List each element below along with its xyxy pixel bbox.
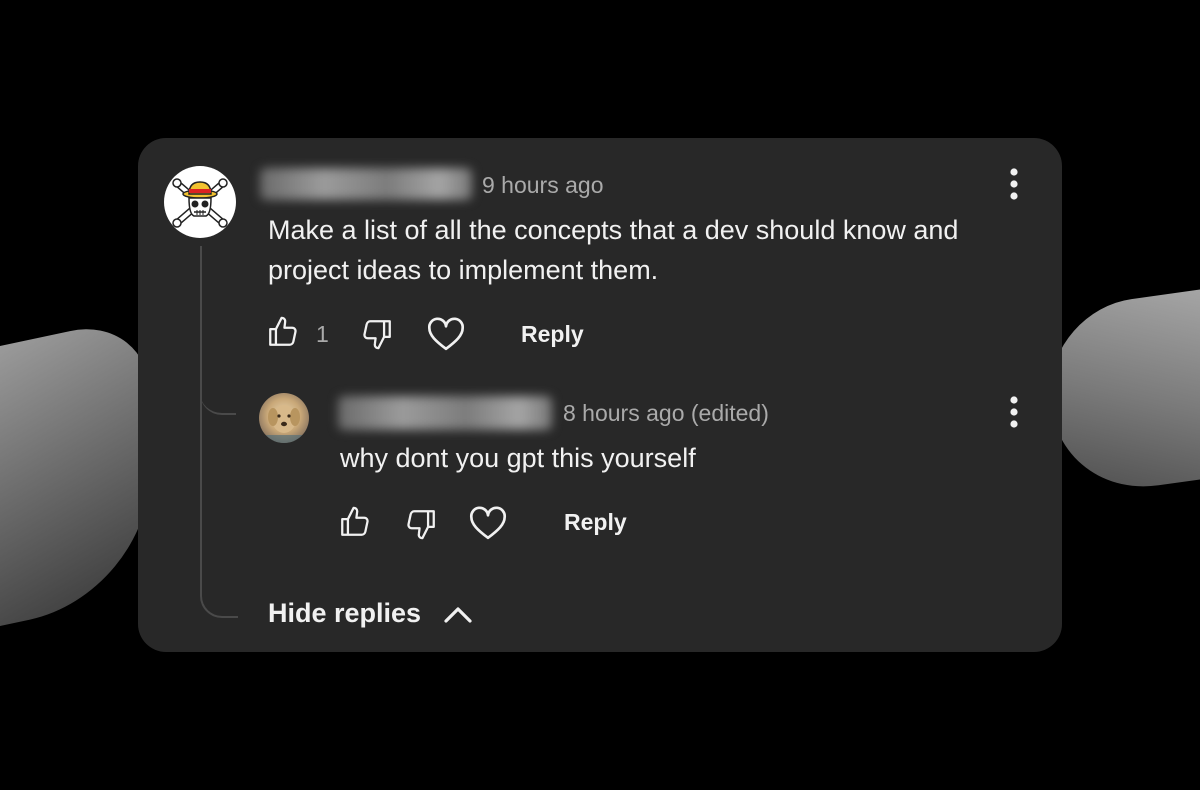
reply-like-button[interactable] bbox=[338, 504, 372, 540]
skull-icon bbox=[172, 178, 228, 228]
heart-button[interactable] bbox=[426, 314, 466, 352]
heart-icon bbox=[427, 317, 465, 351]
background-arm-left bbox=[0, 314, 150, 626]
thumbs-up-icon bbox=[269, 316, 297, 346]
comment-text: Make a list of all the concepts that a d… bbox=[268, 215, 959, 285]
hide-replies-button[interactable]: Hide replies bbox=[268, 598, 473, 629]
dog-avatar-icon bbox=[259, 405, 309, 443]
like-count: 1 bbox=[316, 321, 329, 347]
reply-username-redacted[interactable] bbox=[338, 396, 552, 430]
avatar[interactable] bbox=[164, 166, 236, 238]
more-options-button[interactable] bbox=[1002, 166, 1026, 202]
more-vertical-icon bbox=[1010, 168, 1018, 200]
dislike-button[interactable] bbox=[360, 316, 394, 352]
reply-timestamp[interactable]: 8 hours ago (edited) bbox=[563, 400, 769, 427]
like-button[interactable] bbox=[266, 314, 300, 350]
chevron-up-icon bbox=[444, 606, 472, 623]
username-redacted[interactable] bbox=[260, 168, 472, 200]
background-arm-right bbox=[1050, 289, 1200, 501]
reply-text: why dont you gpt this yourself bbox=[340, 443, 696, 473]
reply-heart-button[interactable] bbox=[468, 503, 508, 541]
thumbs-up-icon bbox=[341, 506, 369, 536]
hide-replies-label: Hide replies bbox=[268, 598, 422, 628]
reply-button[interactable]: Reply bbox=[521, 321, 584, 348]
comment-timestamp[interactable]: 9 hours ago bbox=[482, 172, 603, 199]
heart-icon bbox=[469, 506, 507, 540]
reply-more-options-button[interactable] bbox=[1002, 394, 1026, 430]
comment-card: 9 hours ago Make a list of all the conce… bbox=[138, 138, 1062, 652]
more-vertical-icon bbox=[1010, 396, 1018, 428]
reply-avatar[interactable] bbox=[259, 393, 309, 443]
reply-dislike-button[interactable] bbox=[404, 506, 438, 542]
reply-reply-button[interactable]: Reply bbox=[564, 509, 627, 536]
thumbs-down-icon bbox=[363, 320, 391, 350]
thumbs-down-icon bbox=[407, 510, 435, 540]
thread-line bbox=[200, 246, 238, 618]
